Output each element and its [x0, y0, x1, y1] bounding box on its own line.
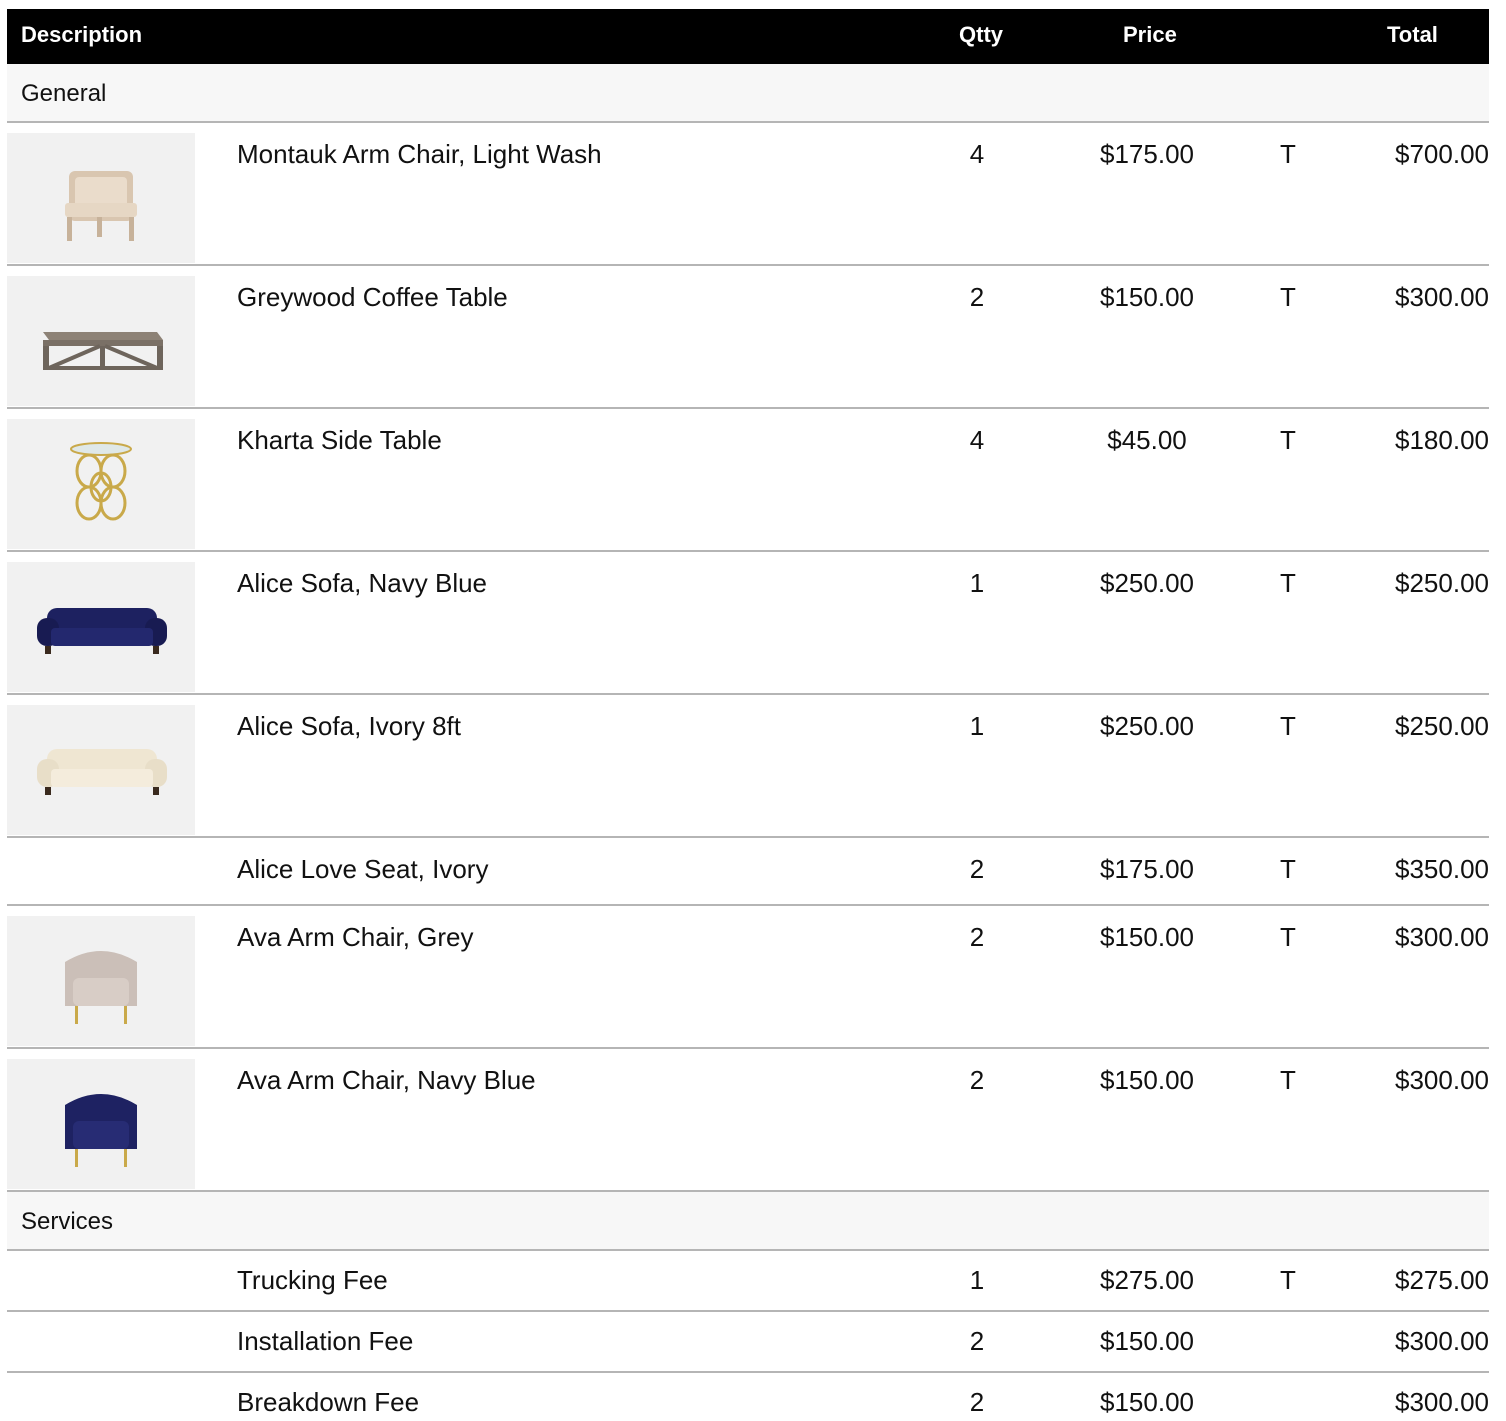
item-description: Montauk Arm Chair, Light Wash [237, 139, 602, 169]
quote-table: Description Qtty Price Total General Mon… [7, 9, 1489, 1421]
table-row: Alice Sofa, Navy Blue 1 $250.00 T $250.0… [7, 552, 1489, 695]
item-price: $175.00 [1100, 854, 1194, 884]
item-description: Alice Sofa, Ivory 8ft [237, 711, 461, 741]
item-price: $175.00 [1100, 139, 1194, 169]
arm-chair-grey-icon [7, 916, 195, 1046]
item-total: $300.00 [1395, 1065, 1489, 1095]
item-qty: 1 [969, 711, 985, 741]
item-price: $150.00 [1100, 1065, 1194, 1095]
item-total: $350.00 [1395, 854, 1489, 884]
item-tax-flag: T [1280, 922, 1296, 952]
header-description: Description [21, 22, 143, 47]
item-qty: 2 [969, 854, 985, 884]
item-total: $700.00 [1395, 139, 1489, 169]
item-qty: 2 [969, 1387, 985, 1417]
item-qty: 2 [969, 1065, 985, 1095]
item-tax-flag: T [1280, 1265, 1296, 1295]
arm-chair-navy-icon [7, 1059, 195, 1189]
item-description: Breakdown Fee [237, 1387, 420, 1417]
item-qty: 1 [969, 1265, 985, 1295]
item-qty: 4 [969, 139, 985, 169]
table-row: Montauk Arm Chair, Light Wash 4 $175.00 … [7, 123, 1489, 266]
table-row: Breakdown Fee 2 $150.00 $300.00 [7, 1373, 1489, 1421]
table-row: Ava Arm Chair, Navy Blue 2 $150.00 T $30… [7, 1049, 1489, 1192]
sofa-ivory-icon [7, 705, 195, 835]
item-price: $45.00 [1107, 425, 1187, 455]
table-row: Installation Fee 2 $150.00 $300.00 [7, 1312, 1489, 1373]
table-row: Greywood Coffee Table 2 $150.00 T $300.0… [7, 266, 1489, 409]
item-description: Kharta Side Table [237, 425, 442, 455]
item-description: Alice Love Seat, Ivory [237, 854, 489, 884]
arm-chair-light-icon [7, 133, 195, 263]
table-row: Alice Love Seat, Ivory 2 $175.00 T $350.… [7, 838, 1489, 906]
table-row: Trucking Fee 1 $275.00 T $275.00 [7, 1251, 1489, 1312]
item-qty: 2 [969, 1326, 985, 1356]
item-tax-flag: T [1280, 568, 1296, 598]
item-price: $150.00 [1100, 922, 1194, 952]
item-price: $150.00 [1100, 282, 1194, 312]
item-qty: 4 [969, 425, 985, 455]
item-description: Alice Sofa, Navy Blue [237, 568, 488, 598]
item-price: $250.00 [1100, 568, 1194, 598]
item-price: $250.00 [1100, 711, 1194, 741]
item-total: $300.00 [1395, 1326, 1489, 1356]
item-tax-flag: T [1280, 139, 1296, 169]
item-total: $250.00 [1395, 568, 1489, 598]
sofa-navy-icon [7, 562, 195, 692]
item-total: $300.00 [1395, 282, 1489, 312]
item-description: Ava Arm Chair, Grey [237, 922, 474, 952]
item-description: Trucking Fee [237, 1265, 388, 1295]
item-description: Ava Arm Chair, Navy Blue [237, 1065, 536, 1095]
section-title: General [21, 80, 107, 107]
table-row: Ava Arm Chair, Grey 2 $150.00 T $300.00 [7, 906, 1489, 1049]
table-row: Alice Sofa, Ivory 8ft 1 $250.00 T $250.0… [7, 695, 1489, 838]
item-total: $250.00 [1395, 711, 1489, 741]
section-services: Services [7, 1192, 1489, 1251]
item-total: $300.00 [1395, 922, 1489, 952]
item-tax-flag: T [1280, 854, 1296, 884]
item-total: $300.00 [1395, 1387, 1489, 1417]
header-price: Price [1123, 22, 1177, 47]
item-tax-flag: T [1280, 1065, 1296, 1095]
side-table-icon [7, 419, 195, 549]
header-total: Total [1387, 22, 1438, 47]
item-tax-flag: T [1280, 425, 1296, 455]
item-qty: 1 [969, 568, 985, 598]
item-qty: 2 [969, 922, 985, 952]
section-general: General [7, 64, 1489, 123]
header-qty: Qtty [959, 22, 1003, 47]
item-total: $180.00 [1395, 425, 1489, 455]
section-title: Services [21, 1208, 114, 1235]
item-price: $275.00 [1100, 1265, 1194, 1295]
table-row: Kharta Side Table 4 $45.00 T $180.00 [7, 409, 1489, 552]
item-price: $150.00 [1100, 1387, 1194, 1417]
coffee-table-icon [7, 276, 195, 406]
item-tax-flag: T [1280, 282, 1296, 312]
table-header: Description Qtty Price Total [7, 9, 1489, 64]
item-description: Installation Fee [237, 1326, 414, 1356]
item-tax-flag: T [1280, 711, 1296, 741]
item-description: Greywood Coffee Table [237, 282, 508, 312]
item-total: $275.00 [1395, 1265, 1489, 1295]
item-qty: 2 [969, 282, 985, 312]
item-price: $150.00 [1100, 1326, 1194, 1356]
